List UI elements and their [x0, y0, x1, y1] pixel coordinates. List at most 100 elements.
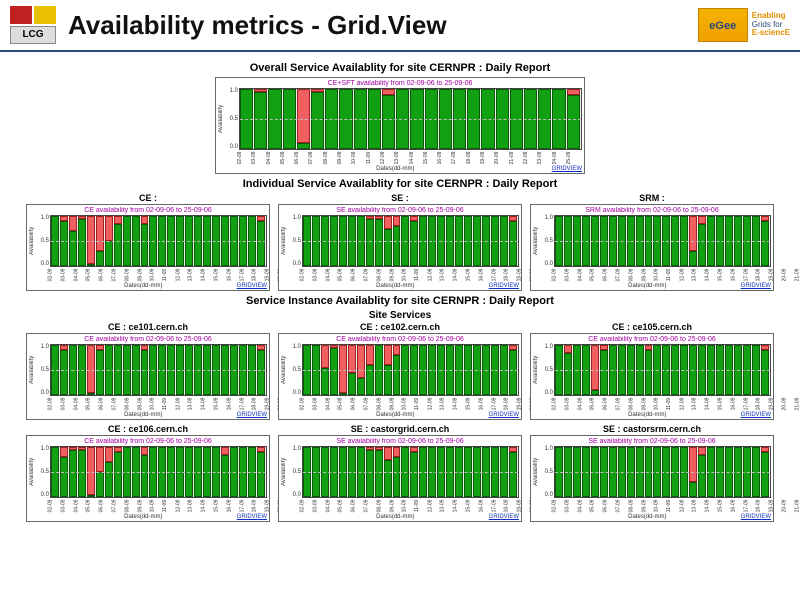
y-axis-label: Availability: [281, 215, 289, 267]
bar: [357, 216, 366, 266]
chart-label: CE : ce102.cern.ch: [360, 322, 440, 332]
bar: [212, 345, 221, 395]
bar: [618, 345, 627, 395]
bar: [87, 345, 96, 395]
bar: [185, 216, 194, 266]
bar: [419, 216, 428, 266]
chart-overall: CE+SFT availability from 02-09-06 to 25-…: [215, 77, 585, 174]
bar: [671, 345, 680, 395]
x-axis-ticks: 02-0903-0904-0905-0906-0907-0908-0909-09…: [302, 267, 519, 283]
bar: [455, 216, 464, 266]
bar: [185, 345, 194, 395]
chart-ce102: CE : ce102.cern.chCE availability from 0…: [278, 322, 522, 420]
chart-label: CE :: [139, 193, 157, 203]
gridview-link[interactable]: GRIDVIEW: [741, 412, 771, 418]
chart-box: CE availability from 02-09-06 to 25-09-0…: [26, 435, 270, 522]
bar: [473, 216, 482, 266]
chart-box: SE availability from 02-09-06 to 25-09-0…: [278, 435, 522, 522]
gridview-link[interactable]: GRIDVIEW: [489, 283, 519, 289]
gridview-link[interactable]: GRIDVIEW: [237, 514, 267, 520]
y-axis-label: Availability: [533, 215, 541, 267]
bar: [303, 447, 312, 497]
bar: [185, 447, 194, 497]
bar: [752, 216, 761, 266]
bar: [257, 447, 266, 497]
chart-inner-title: SE availability from 02-09-06 to 25-09-0…: [281, 438, 519, 445]
bar: [393, 216, 402, 266]
bar: [330, 216, 339, 266]
chart-label: SE : castorsrm.cern.ch: [603, 424, 701, 434]
bar: [321, 216, 330, 266]
bar: [348, 345, 357, 395]
bar: [149, 345, 158, 395]
gridview-link[interactable]: GRIDVIEW: [552, 166, 582, 172]
bar: [321, 345, 330, 395]
bar: [752, 345, 761, 395]
bar: [716, 216, 725, 266]
chart-se: SE :SE availability from 02-09-06 to 25-…: [278, 193, 522, 291]
chart-box: SRM availability from 02-09-06 to 25-09-…: [530, 204, 774, 291]
bar: [419, 345, 428, 395]
y-axis-label: Availability: [533, 344, 541, 396]
bar: [500, 216, 509, 266]
bar: [312, 216, 321, 266]
bar: [725, 345, 734, 395]
chart-box: SE availability from 02-09-06 to 25-09-0…: [530, 435, 774, 522]
bar: [446, 447, 455, 497]
chart-label: SRM :: [639, 193, 665, 203]
x-axis-ticks: 02-0903-0904-0905-0906-0907-0908-0909-09…: [554, 498, 771, 514]
bar: [212, 447, 221, 497]
gridview-link[interactable]: GRIDVIEW: [741, 514, 771, 520]
bar: [680, 216, 689, 266]
bar: [354, 89, 368, 149]
gridview-link[interactable]: GRIDVIEW: [489, 514, 519, 520]
y-axis-ticks: 1.00.50.0: [541, 344, 554, 396]
y-axis-ticks: 1.00.50.0: [226, 88, 239, 150]
bar: [464, 345, 473, 395]
bar: [555, 447, 564, 497]
bar: [428, 447, 437, 497]
gridview-link[interactable]: GRIDVIEW: [237, 412, 267, 418]
chart-inner-title: CE availability from 02-09-06 to 25-09-0…: [29, 336, 267, 343]
bar: [375, 345, 384, 395]
bar: [194, 345, 203, 395]
bar: [662, 216, 671, 266]
bar: [410, 89, 424, 149]
bar: [743, 447, 752, 497]
bar: [600, 447, 609, 497]
bar: [538, 89, 552, 149]
x-axis-label: Dates(dd-mm): [554, 514, 741, 520]
y-axis-label: Availability: [281, 344, 289, 396]
bar: [564, 216, 573, 266]
gridview-link[interactable]: GRIDVIEW: [741, 283, 771, 289]
gridview-link[interactable]: GRIDVIEW: [489, 412, 519, 418]
bar: [636, 345, 645, 395]
bar: [437, 216, 446, 266]
bar: [689, 447, 698, 497]
bar: [78, 447, 87, 497]
section1-title: Overall Service Availablity for site CER…: [10, 62, 790, 74]
bar: [212, 216, 221, 266]
bar: [149, 216, 158, 266]
bar: [96, 345, 105, 395]
y-axis-ticks: 1.00.50.0: [289, 446, 302, 498]
chart-label: SE :: [391, 193, 409, 203]
bar: [221, 345, 230, 395]
plot-area: [554, 446, 771, 498]
bar: [419, 447, 428, 497]
bar: [473, 447, 482, 497]
bar: [464, 216, 473, 266]
bar: [257, 345, 266, 395]
bar: [437, 345, 446, 395]
bar: [446, 345, 455, 395]
x-axis-label-row: Dates(dd-mm)GRIDVIEW: [50, 514, 267, 520]
bar: [330, 345, 339, 395]
bar: [141, 216, 150, 266]
bar: [303, 345, 312, 395]
bar: [96, 447, 105, 497]
bar: [141, 345, 150, 395]
y-axis-ticks: 1.00.50.0: [289, 215, 302, 267]
bar: [366, 447, 375, 497]
bar: [645, 345, 654, 395]
gridview-link[interactable]: GRIDVIEW: [237, 283, 267, 289]
